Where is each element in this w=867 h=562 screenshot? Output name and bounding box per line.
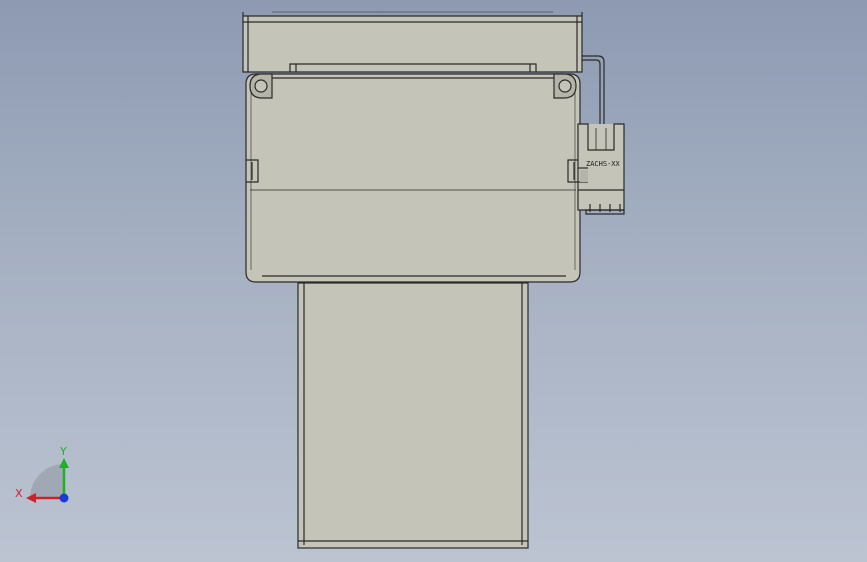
x-axis-label: X bbox=[15, 487, 23, 500]
graphics-viewport[interactable]: ZACHS-XX Y X bbox=[0, 0, 867, 562]
shaft-body[interactable] bbox=[297, 280, 529, 549]
main-housing[interactable] bbox=[245, 73, 581, 283]
sensor-wire[interactable] bbox=[582, 55, 605, 128]
top-cap[interactable] bbox=[242, 11, 583, 73]
z-axis-dot-icon bbox=[59, 493, 69, 503]
part-tag-label: ZACHS-XX bbox=[586, 160, 621, 168]
reference-triad[interactable]: Y X bbox=[15, 445, 69, 503]
mounting-hole-right[interactable] bbox=[553, 73, 577, 99]
model-view[interactable]: ZACHS-XX Y X bbox=[0, 0, 867, 562]
y-axis-arrow-icon bbox=[59, 458, 69, 468]
triad-plane-shade bbox=[30, 464, 64, 498]
sensor-block[interactable]: ZACHS-XX bbox=[577, 123, 625, 215]
mounting-hole-left[interactable] bbox=[249, 73, 273, 99]
y-axis-label: Y bbox=[59, 445, 67, 458]
